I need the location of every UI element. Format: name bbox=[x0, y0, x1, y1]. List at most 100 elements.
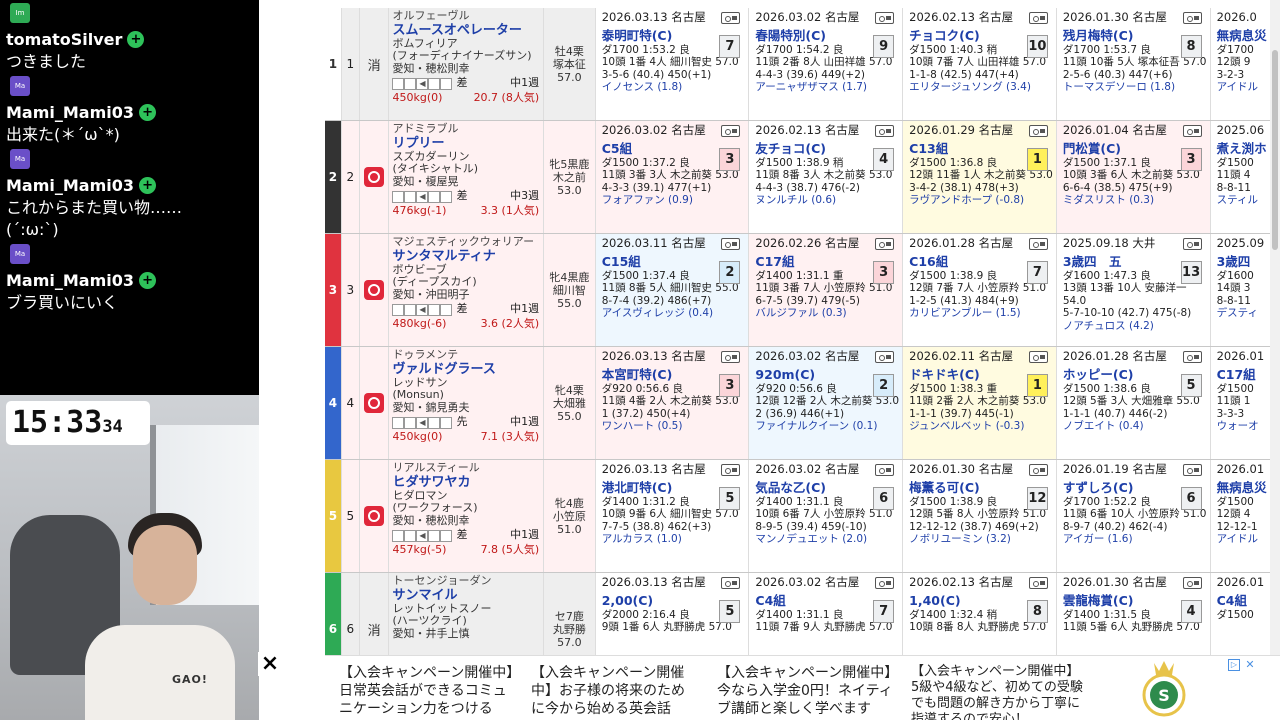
ad-text-2[interactable]: 【入会キャンペーン開催 中】お子様の将来のため に今から始める英会話 bbox=[531, 664, 685, 718]
race-winner[interactable]: トーマスデソーロ (1.8) bbox=[1063, 81, 1210, 94]
past-race-cell[interactable]: 2026.01.30 名古屋 梅薫る可(C) 12 ダ1500 1:38.9 良 12頭… bbox=[903, 460, 1057, 572]
past-race-cell[interactable]: 2026.01.28 名古屋 ホッピー(C) 5 ダ1500 1:38.6 良 12頭 … bbox=[1057, 347, 1211, 459]
ad-close-x-button[interactable]: × bbox=[258, 652, 282, 676]
video-icon[interactable] bbox=[875, 125, 895, 137]
style-box[interactable] bbox=[440, 416, 453, 429]
style-box[interactable] bbox=[392, 529, 405, 542]
race-winner[interactable]: イノセンス (1.8) bbox=[602, 81, 749, 94]
style-box[interactable] bbox=[392, 303, 405, 316]
video-icon[interactable] bbox=[721, 577, 741, 589]
horse-name[interactable]: リプリー bbox=[392, 136, 543, 151]
video-icon[interactable] bbox=[1028, 238, 1048, 250]
race-winner[interactable]: ノアチュロス (4.2) bbox=[1063, 320, 1210, 333]
horse-name[interactable]: ヒダサワヤカ bbox=[392, 475, 543, 490]
style-box[interactable] bbox=[428, 77, 441, 90]
video-icon[interactable] bbox=[1182, 125, 1202, 137]
past-race-cell[interactable]: 2026.02.13 名古屋 友チョコ(C) 4 ダ1500 1:38.9 稍 11頭 … bbox=[749, 121, 904, 233]
horse-name[interactable]: ヴァルドグラース bbox=[392, 362, 543, 377]
video-icon[interactable] bbox=[721, 12, 741, 24]
horse-name[interactable]: サンマイル bbox=[392, 588, 543, 603]
style-box[interactable] bbox=[392, 416, 405, 429]
video-icon[interactable] bbox=[1182, 464, 1202, 476]
past-race-cell[interactable]: 2026.03.13 名古屋 泰明町特(C) 7 ダ1700 1:53.2 良 10頭 … bbox=[596, 8, 750, 120]
race-winner[interactable]: アーニャザザマス (1.7) bbox=[755, 81, 902, 94]
style-box[interactable] bbox=[404, 190, 417, 203]
pick-mark[interactable] bbox=[359, 347, 390, 459]
video-icon[interactable] bbox=[721, 351, 741, 363]
ad-logo-icon[interactable]: S bbox=[1137, 659, 1191, 717]
style-box[interactable] bbox=[428, 416, 441, 429]
race-winner[interactable]: ノブエイト (0.4) bbox=[1063, 420, 1210, 433]
scrollbar-thumb[interactable] bbox=[1272, 50, 1278, 250]
video-icon[interactable] bbox=[1182, 577, 1202, 589]
pick-mark[interactable] bbox=[359, 121, 390, 233]
style-box[interactable] bbox=[392, 77, 405, 90]
ad-text-1[interactable]: 【入会キャンペーン開催中】 日常英会話ができるコミュ ニケーション力をつける bbox=[339, 664, 520, 718]
race-winner[interactable]: マンノデュエット (2.0) bbox=[755, 533, 902, 546]
past-race-cell[interactable]: 2026.01.30 名古屋 残月梅特(C) 8 ダ1700 1:53.7 良 11頭 … bbox=[1057, 8, 1211, 120]
left-arrow-icon[interactable]: ◀ bbox=[416, 529, 429, 542]
ad-choices-icon[interactable]: ▷ bbox=[1228, 659, 1240, 671]
past-race-cell[interactable]: 2026.01.19 名古屋 すずしろ(C) 6 ダ1700 1:52.2 良 11頭 … bbox=[1057, 460, 1211, 572]
chat-username[interactable]: tomatoSilver bbox=[6, 30, 122, 49]
style-box[interactable] bbox=[428, 529, 441, 542]
video-icon[interactable] bbox=[875, 238, 895, 250]
race-winner[interactable]: ファイナルクイーン (0.1) bbox=[755, 420, 902, 433]
style-box[interactable] bbox=[404, 303, 417, 316]
race-winner[interactable]: ワンハート (0.5) bbox=[602, 420, 749, 433]
video-icon[interactable] bbox=[1028, 12, 1048, 24]
style-box[interactable] bbox=[440, 190, 453, 203]
race-winner[interactable]: カリビアンブルー (1.5) bbox=[909, 307, 1056, 320]
style-box[interactable] bbox=[428, 190, 441, 203]
past-race-cell[interactable]: 2026.03.13 名古屋 本宮町特(C) 3 ダ920 0:56.6 良 11頭 4… bbox=[595, 347, 750, 459]
pick-mark[interactable] bbox=[359, 234, 390, 346]
style-box[interactable] bbox=[392, 190, 405, 203]
style-box[interactable] bbox=[440, 529, 453, 542]
horse-name[interactable]: スムースオペレーター bbox=[392, 23, 543, 38]
video-icon[interactable] bbox=[1028, 125, 1048, 137]
past-race-cell[interactable]: 2026.01.29 名古屋 C13組 1 ダ1500 1:36.8 良 12頭 11番… bbox=[903, 121, 1057, 233]
ad-text-3[interactable]: 【入会キャンペーン開催中】 今なら入学金0円！ネイティ ブ講師と楽しく学べます bbox=[717, 664, 898, 718]
race-winner[interactable]: フォアファン (0.9) bbox=[602, 194, 749, 207]
video-icon[interactable] bbox=[875, 351, 895, 363]
race-winner[interactable]: アイガー (1.6) bbox=[1063, 533, 1210, 546]
race-winner[interactable]: ラヴアンドホープ (-0.8) bbox=[909, 194, 1056, 207]
race-winner[interactable]: ミダスリスト (0.3) bbox=[1063, 194, 1210, 207]
video-icon[interactable] bbox=[875, 577, 895, 589]
style-box[interactable] bbox=[404, 416, 417, 429]
left-arrow-icon[interactable]: ◀ bbox=[416, 190, 429, 203]
video-icon[interactable] bbox=[1182, 238, 1202, 250]
style-box[interactable] bbox=[440, 303, 453, 316]
past-race-cell[interactable]: 2026.02.11 名古屋 ドキドキ(C) 1 ダ1500 1:38.3 重 11頭 … bbox=[903, 347, 1057, 459]
past-race-cell[interactable]: 2026.03.02 名古屋 気品な乙(C) 6 ダ1400 1:31.1 良 10頭 … bbox=[749, 460, 904, 572]
past-race-cell[interactable]: 2026.03.02 名古屋 920m(C) 2 ダ920 0:56.6 良 12頭 1… bbox=[749, 347, 904, 459]
past-race-cell[interactable]: 2026.03.11 名古屋 C15組 2 ダ1500 1:37.4 良 11頭 8番 … bbox=[595, 234, 750, 346]
circle-mark-icon[interactable] bbox=[364, 393, 385, 413]
video-icon[interactable] bbox=[1028, 577, 1048, 589]
past-race-cell[interactable]: 2026.02.13 名古屋 チョコク(C) 10 ダ1500 1:40.3 稍 10頭… bbox=[903, 8, 1057, 120]
horse-name[interactable]: サンタマルティナ bbox=[392, 249, 543, 264]
ad-banner[interactable]: 【入会キャンペーン開催中】 日常英会話ができるコミュ ニケーション力をつける 【… bbox=[325, 655, 1280, 720]
past-race-cell[interactable]: 2026.03.13 名古屋 港北町特(C) 5 ダ1400 1:31.2 良 10頭 … bbox=[596, 460, 750, 572]
past-race-cell[interactable]: 2026.02.26 名古屋 C17組 3 ダ1400 1:31.1 重 11頭 3番 … bbox=[749, 234, 904, 346]
video-icon[interactable] bbox=[721, 238, 741, 250]
style-box[interactable] bbox=[440, 77, 453, 90]
race-winner[interactable]: エリタージュソング (3.4) bbox=[909, 81, 1056, 94]
left-arrow-icon[interactable]: ◀ bbox=[416, 416, 429, 429]
video-icon[interactable] bbox=[1182, 12, 1202, 24]
style-box[interactable] bbox=[404, 529, 417, 542]
past-race-cell[interactable]: 2025.09.18 大井 3歳四 五 13 ダ1600 1:47.3 良 13頭 13… bbox=[1057, 234, 1211, 346]
chat-username[interactable]: Mami_Mami03 bbox=[6, 103, 134, 122]
video-icon[interactable] bbox=[721, 464, 741, 476]
circle-mark-icon[interactable] bbox=[364, 280, 385, 300]
race-winner[interactable]: ヌンルチル (0.6) bbox=[755, 194, 902, 207]
past-race-cell[interactable]: 2026.01.28 名古屋 C16組 7 ダ1500 1:38.9 良 12頭 7番 … bbox=[903, 234, 1057, 346]
vertical-scrollbar[interactable] bbox=[1270, 0, 1280, 655]
race-winner[interactable]: ノボリユーミン (3.2) bbox=[909, 533, 1056, 546]
chat-username[interactable]: Mami_Mami03 bbox=[6, 176, 134, 195]
ad-text-4[interactable]: 【入会キャンペーン開催中】 5級や4級など、初めての受験 でも問題の解き方から丁… bbox=[911, 664, 1083, 720]
video-icon[interactable] bbox=[1182, 351, 1202, 363]
video-icon[interactable] bbox=[1028, 351, 1048, 363]
video-icon[interactable] bbox=[875, 464, 895, 476]
race-winner[interactable]: アルカラス (1.0) bbox=[602, 533, 749, 546]
